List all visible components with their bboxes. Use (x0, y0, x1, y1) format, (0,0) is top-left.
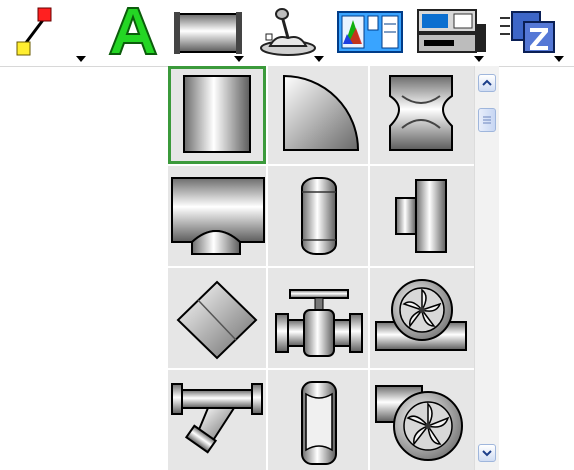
palette-item-straight-pipe[interactable] (168, 66, 266, 164)
chevron-down-icon[interactable] (76, 56, 86, 62)
diamond-junction-icon (176, 280, 258, 360)
chevron-down-icon[interactable] (474, 56, 484, 62)
window-group-tool-button[interactable] (496, 4, 572, 62)
chevron-down-icon[interactable] (234, 56, 244, 62)
stacked-windows-z-icon (500, 11, 555, 53)
grid-divider (168, 368, 474, 370)
palette-item-pipe-elbow[interactable] (270, 66, 368, 164)
scroll-up-button[interactable] (478, 74, 496, 92)
y-strainer-icon (171, 383, 263, 454)
pipe-tool-button[interactable] (172, 4, 252, 62)
chevron-down-icon[interactable] (314, 56, 324, 62)
valve-joystick-tool-button[interactable] (256, 4, 332, 62)
palette-item-pipe-coupling[interactable] (270, 372, 368, 470)
pipe-coupling-icon (301, 381, 337, 465)
palette-item-gate-valve[interactable] (270, 270, 368, 368)
scroll-down-button[interactable] (478, 444, 496, 462)
palette-item-pipe-cross[interactable] (372, 66, 470, 164)
palette-item-pipe-reducer[interactable] (372, 168, 470, 266)
scroll-thumb[interactable] (478, 108, 496, 132)
palette-item-vertical-tank[interactable] (270, 168, 368, 266)
pipe-elbow-icon (283, 74, 360, 151)
vertical-scrollbar[interactable] (474, 66, 499, 470)
grid-divider (368, 66, 370, 470)
chevron-up-icon (482, 79, 492, 86)
toolbar (0, 0, 574, 67)
blower-fan-icon (375, 385, 463, 461)
joystick-icon (260, 8, 316, 56)
device-tool-button[interactable] (414, 4, 492, 62)
grip-icon (483, 116, 491, 124)
line-with-handles-icon (16, 7, 52, 56)
text-tool-button[interactable] (104, 4, 162, 62)
pipe-tee-icon (171, 177, 265, 255)
pipe-reducer-icon (395, 179, 447, 253)
symbol-palette (168, 66, 474, 470)
trend-display-tool-button[interactable] (334, 4, 406, 62)
line-tool-button[interactable] (8, 4, 88, 62)
vertical-tank-icon (301, 177, 337, 255)
chart-panel-icon (337, 11, 403, 53)
grid-divider (168, 266, 474, 268)
palette-item-inline-fan[interactable] (372, 270, 470, 368)
palette-item-diamond-junction[interactable] (168, 270, 266, 368)
chevron-down-icon (482, 450, 492, 457)
straight-pipe-icon (183, 75, 251, 153)
grid-divider (266, 66, 268, 470)
grid-divider (168, 164, 474, 166)
pipe-cross-icon (389, 75, 453, 151)
palette-item-blower-fan[interactable] (372, 372, 470, 470)
chevron-down-icon[interactable] (554, 56, 564, 62)
text-a-icon (108, 7, 158, 55)
inline-fan-icon (375, 279, 467, 351)
palette-item-y-strainer[interactable] (168, 372, 266, 470)
palette-item-pipe-tee[interactable] (168, 168, 266, 266)
device-panel-icon (417, 9, 486, 53)
pipe-icon (174, 12, 242, 54)
gate-valve-icon (275, 289, 363, 357)
